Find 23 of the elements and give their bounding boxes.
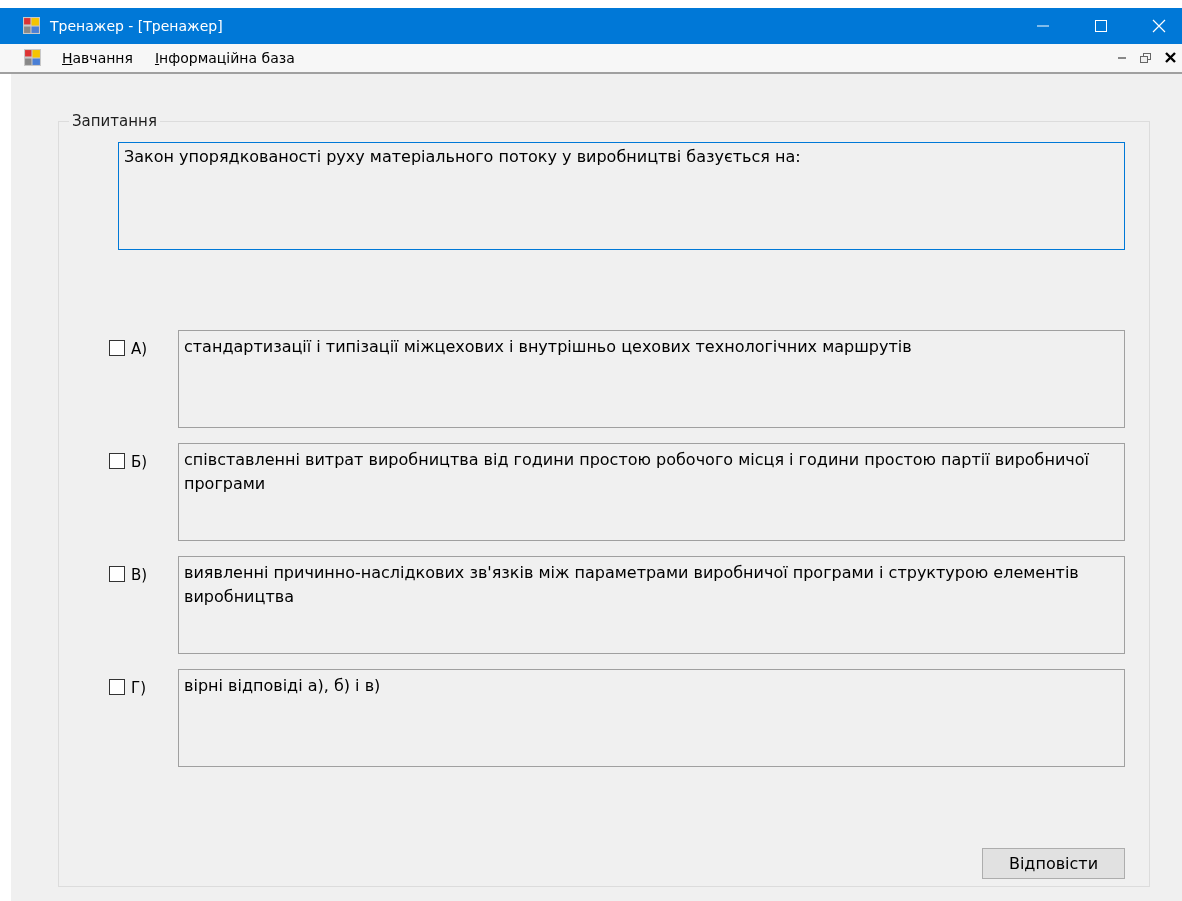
checkbox[interactable] bbox=[109, 340, 125, 356]
answer-button[interactable]: Відповісти bbox=[982, 848, 1125, 879]
answer-text-box: вірні відповіді а), б) і в) bbox=[178, 669, 1125, 767]
option-label[interactable]: А) bbox=[131, 340, 148, 358]
answer-text-box: виявленні причинно-наслідкових зв'язків між параметрами виробничої програми і структурою елементів виробництва bbox=[178, 556, 1125, 654]
maximize-icon[interactable] bbox=[1095, 19, 1107, 32]
app-icon[interactable] bbox=[24, 49, 41, 67]
window-title: Тренажер - [Тренажер] bbox=[50, 17, 224, 34]
answer-text-box: співставленні витрат виробництва від години простою робочого місця і години простою партії виробничої програми bbox=[178, 443, 1125, 541]
close-icon[interactable] bbox=[1165, 52, 1176, 64]
option-label[interactable]: Г) bbox=[131, 679, 146, 697]
checkbox[interactable] bbox=[109, 566, 125, 582]
restore-icon[interactable] bbox=[1140, 52, 1151, 63]
option-label[interactable]: Б) bbox=[131, 453, 148, 471]
option-label[interactable]: В) bbox=[131, 566, 148, 584]
minimize-icon[interactable] bbox=[1118, 56, 1126, 60]
menu-item[interactable]: Навчання bbox=[53, 45, 140, 70]
app-icon bbox=[23, 17, 40, 35]
checkbox[interactable] bbox=[109, 679, 125, 695]
question-field[interactable]: Закон упорядкованості руху матеріального потоку у виробництві базується на: bbox=[118, 142, 1125, 250]
menu-item[interactable]: Інформаційна база bbox=[145, 45, 302, 70]
checkbox[interactable] bbox=[109, 453, 125, 469]
answer-text-box: стандартизації і типізації міжцехових і внутрішньо цехових технологічних маршрутів bbox=[178, 330, 1125, 428]
